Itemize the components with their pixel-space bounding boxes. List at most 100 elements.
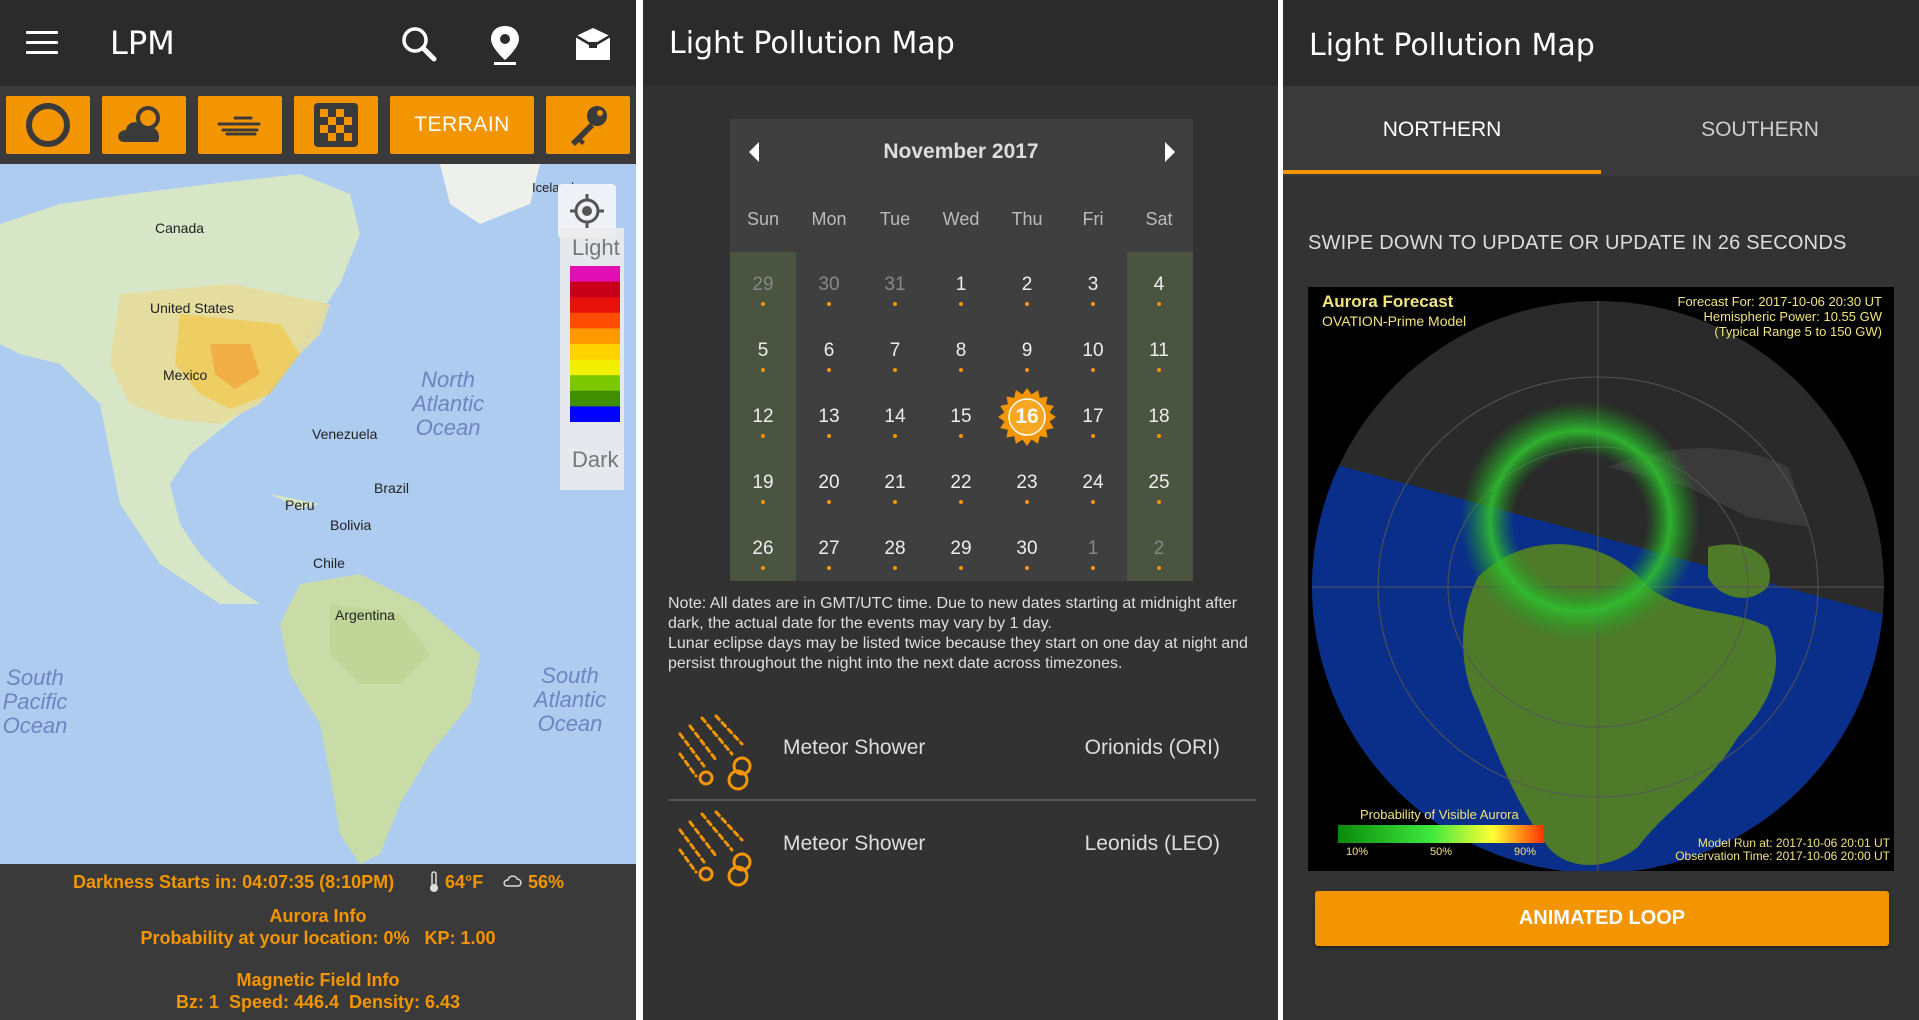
today-day-cell[interactable]: 16	[994, 384, 1060, 450]
day-cell[interactable]: 8	[928, 318, 994, 384]
day-number: 20	[818, 472, 840, 493]
day-cell[interactable]: 13	[796, 384, 862, 450]
day-cell[interactable]: 1	[928, 252, 994, 318]
menu-icon[interactable]	[26, 31, 58, 55]
event-dot	[959, 368, 963, 372]
map-label: Argentina	[335, 607, 395, 623]
event-name: Orionids (ORI)	[1084, 736, 1220, 759]
day-cell[interactable]: 20	[796, 450, 862, 516]
day-cell[interactable]: 15	[928, 384, 994, 450]
calendar-note: Note: All dates are in GMT/UTC time. Due…	[668, 595, 1248, 672]
prev-month-arrow[interactable]	[743, 140, 767, 164]
cloud-value: 56%	[528, 872, 565, 892]
weekday-label: Fri	[1082, 209, 1104, 229]
day-number: 3	[1087, 274, 1099, 295]
day-number: 29	[950, 538, 972, 559]
legend-swatch	[570, 344, 620, 361]
day-cell[interactable]: 23	[994, 450, 1060, 516]
day-number: 12	[752, 406, 774, 427]
day-cell[interactable]: 14	[862, 384, 928, 450]
event-name: Leonids (LEO)	[1084, 832, 1220, 855]
event-dot	[1157, 566, 1161, 570]
event-dot	[827, 434, 831, 438]
search-icon[interactable]	[397, 22, 443, 68]
tick-label: 90%	[1514, 846, 1537, 858]
day-cell[interactable]: 1	[1060, 516, 1126, 582]
day-cell[interactable]: 9	[994, 318, 1060, 384]
event-item[interactable]: Meteor Shower Leonids (LEO)	[668, 800, 1256, 894]
event-dot	[761, 500, 765, 504]
tab-southern[interactable]: SOUTHERN	[1601, 118, 1919, 142]
tab-northern[interactable]: NORTHERN	[1283, 118, 1601, 142]
day-cell[interactable]: 28	[862, 516, 928, 582]
forecast-title: Aurora Forecast	[1322, 292, 1454, 311]
location-pin-icon[interactable]	[482, 22, 528, 68]
ocean-label: South Pacific Ocean	[2, 665, 68, 738]
map-label: Venezuela	[312, 426, 378, 442]
moon-layer-button[interactable]	[6, 96, 90, 154]
day-cell[interactable]: 26	[730, 516, 796, 582]
light-pollution-map[interactable]: Canada United States Mexico Venezuela Pe…	[0, 164, 636, 864]
day-number: 9	[1021, 340, 1033, 361]
key-icon	[571, 106, 607, 146]
day-cell[interactable]: 7	[862, 318, 928, 384]
event-item[interactable]: Meteor Shower Orionids (ORI)	[668, 704, 1256, 798]
day-cell[interactable]: 6	[796, 318, 862, 384]
cloud-icon	[118, 106, 160, 142]
day-cell[interactable]: 19	[730, 450, 796, 516]
day-number: 19	[752, 472, 774, 493]
key-button[interactable]	[546, 96, 630, 154]
day-cell[interactable]: 21	[862, 450, 928, 516]
month-title: November 2017	[883, 140, 1039, 163]
day-number: 4	[1153, 274, 1165, 295]
day-number: 13	[818, 406, 840, 427]
aurora-layer-button[interactable]	[198, 96, 282, 154]
aurora-globe	[1312, 301, 1884, 871]
day-number: 11	[1149, 340, 1169, 361]
day-cell[interactable]: 29	[730, 252, 796, 318]
day-number: 1	[1087, 538, 1099, 559]
terrain-label: TERRAIN	[414, 113, 510, 136]
day-cell[interactable]: 18	[1126, 384, 1192, 450]
legend-swatch	[570, 281, 620, 298]
legend-swatch	[570, 266, 620, 283]
day-cell[interactable]: 30	[994, 516, 1060, 582]
animated-loop-button[interactable]: ANIMATED LOOP	[1315, 891, 1889, 946]
day-number: 21	[884, 472, 906, 493]
day-cell[interactable]: 17	[1060, 384, 1126, 450]
day-number: 10	[1082, 340, 1104, 361]
day-cell[interactable]: 25	[1126, 450, 1192, 516]
day-cell[interactable]: 30	[796, 252, 862, 318]
day-number: 6	[823, 340, 835, 361]
day-cell[interactable]: 2	[1126, 516, 1192, 582]
event-dot	[1091, 302, 1095, 306]
toolbox-icon[interactable]	[570, 22, 616, 68]
app-bar: LPM	[0, 0, 636, 86]
day-cell[interactable]: 22	[928, 450, 994, 516]
weekday-label: Sat	[1145, 209, 1173, 229]
day-cell[interactable]: 10	[1060, 318, 1126, 384]
observation-time: Observation Time: 2017-10-06 20:00 UT	[1675, 849, 1890, 863]
darkness-info: Darkness Starts in: 04:07:35 (8:10PM)	[73, 872, 395, 892]
overlay-layer-button[interactable]	[294, 96, 378, 154]
day-cell[interactable]: 5	[730, 318, 796, 384]
day-cell[interactable]: 12	[730, 384, 796, 450]
aurora-info-title: Aurora Info	[269, 906, 367, 926]
day-cell[interactable]: 11	[1126, 318, 1192, 384]
day-cell[interactable]: 24	[1060, 450, 1126, 516]
day-cell[interactable]: 4	[1126, 252, 1192, 318]
day-cell[interactable]: 3	[1060, 252, 1126, 318]
day-number: 16	[1015, 405, 1039, 428]
event-dot	[1025, 368, 1029, 372]
app-bar: Light Pollution Map	[1283, 0, 1919, 86]
next-month-arrow[interactable]	[1157, 140, 1181, 164]
cloud-layer-button[interactable]	[102, 96, 186, 154]
cloud-small-icon	[503, 875, 522, 887]
day-cell[interactable]: 31	[862, 252, 928, 318]
lpm-map-screen: LPM TERRAIN Canada United States Mexico …	[0, 0, 636, 1020]
day-cell[interactable]: 27	[796, 516, 862, 582]
day-cell[interactable]: 29	[928, 516, 994, 582]
map-land-shapes	[0, 164, 540, 864]
terrain-button[interactable]: TERRAIN	[390, 96, 534, 154]
day-cell[interactable]: 2	[994, 252, 1060, 318]
